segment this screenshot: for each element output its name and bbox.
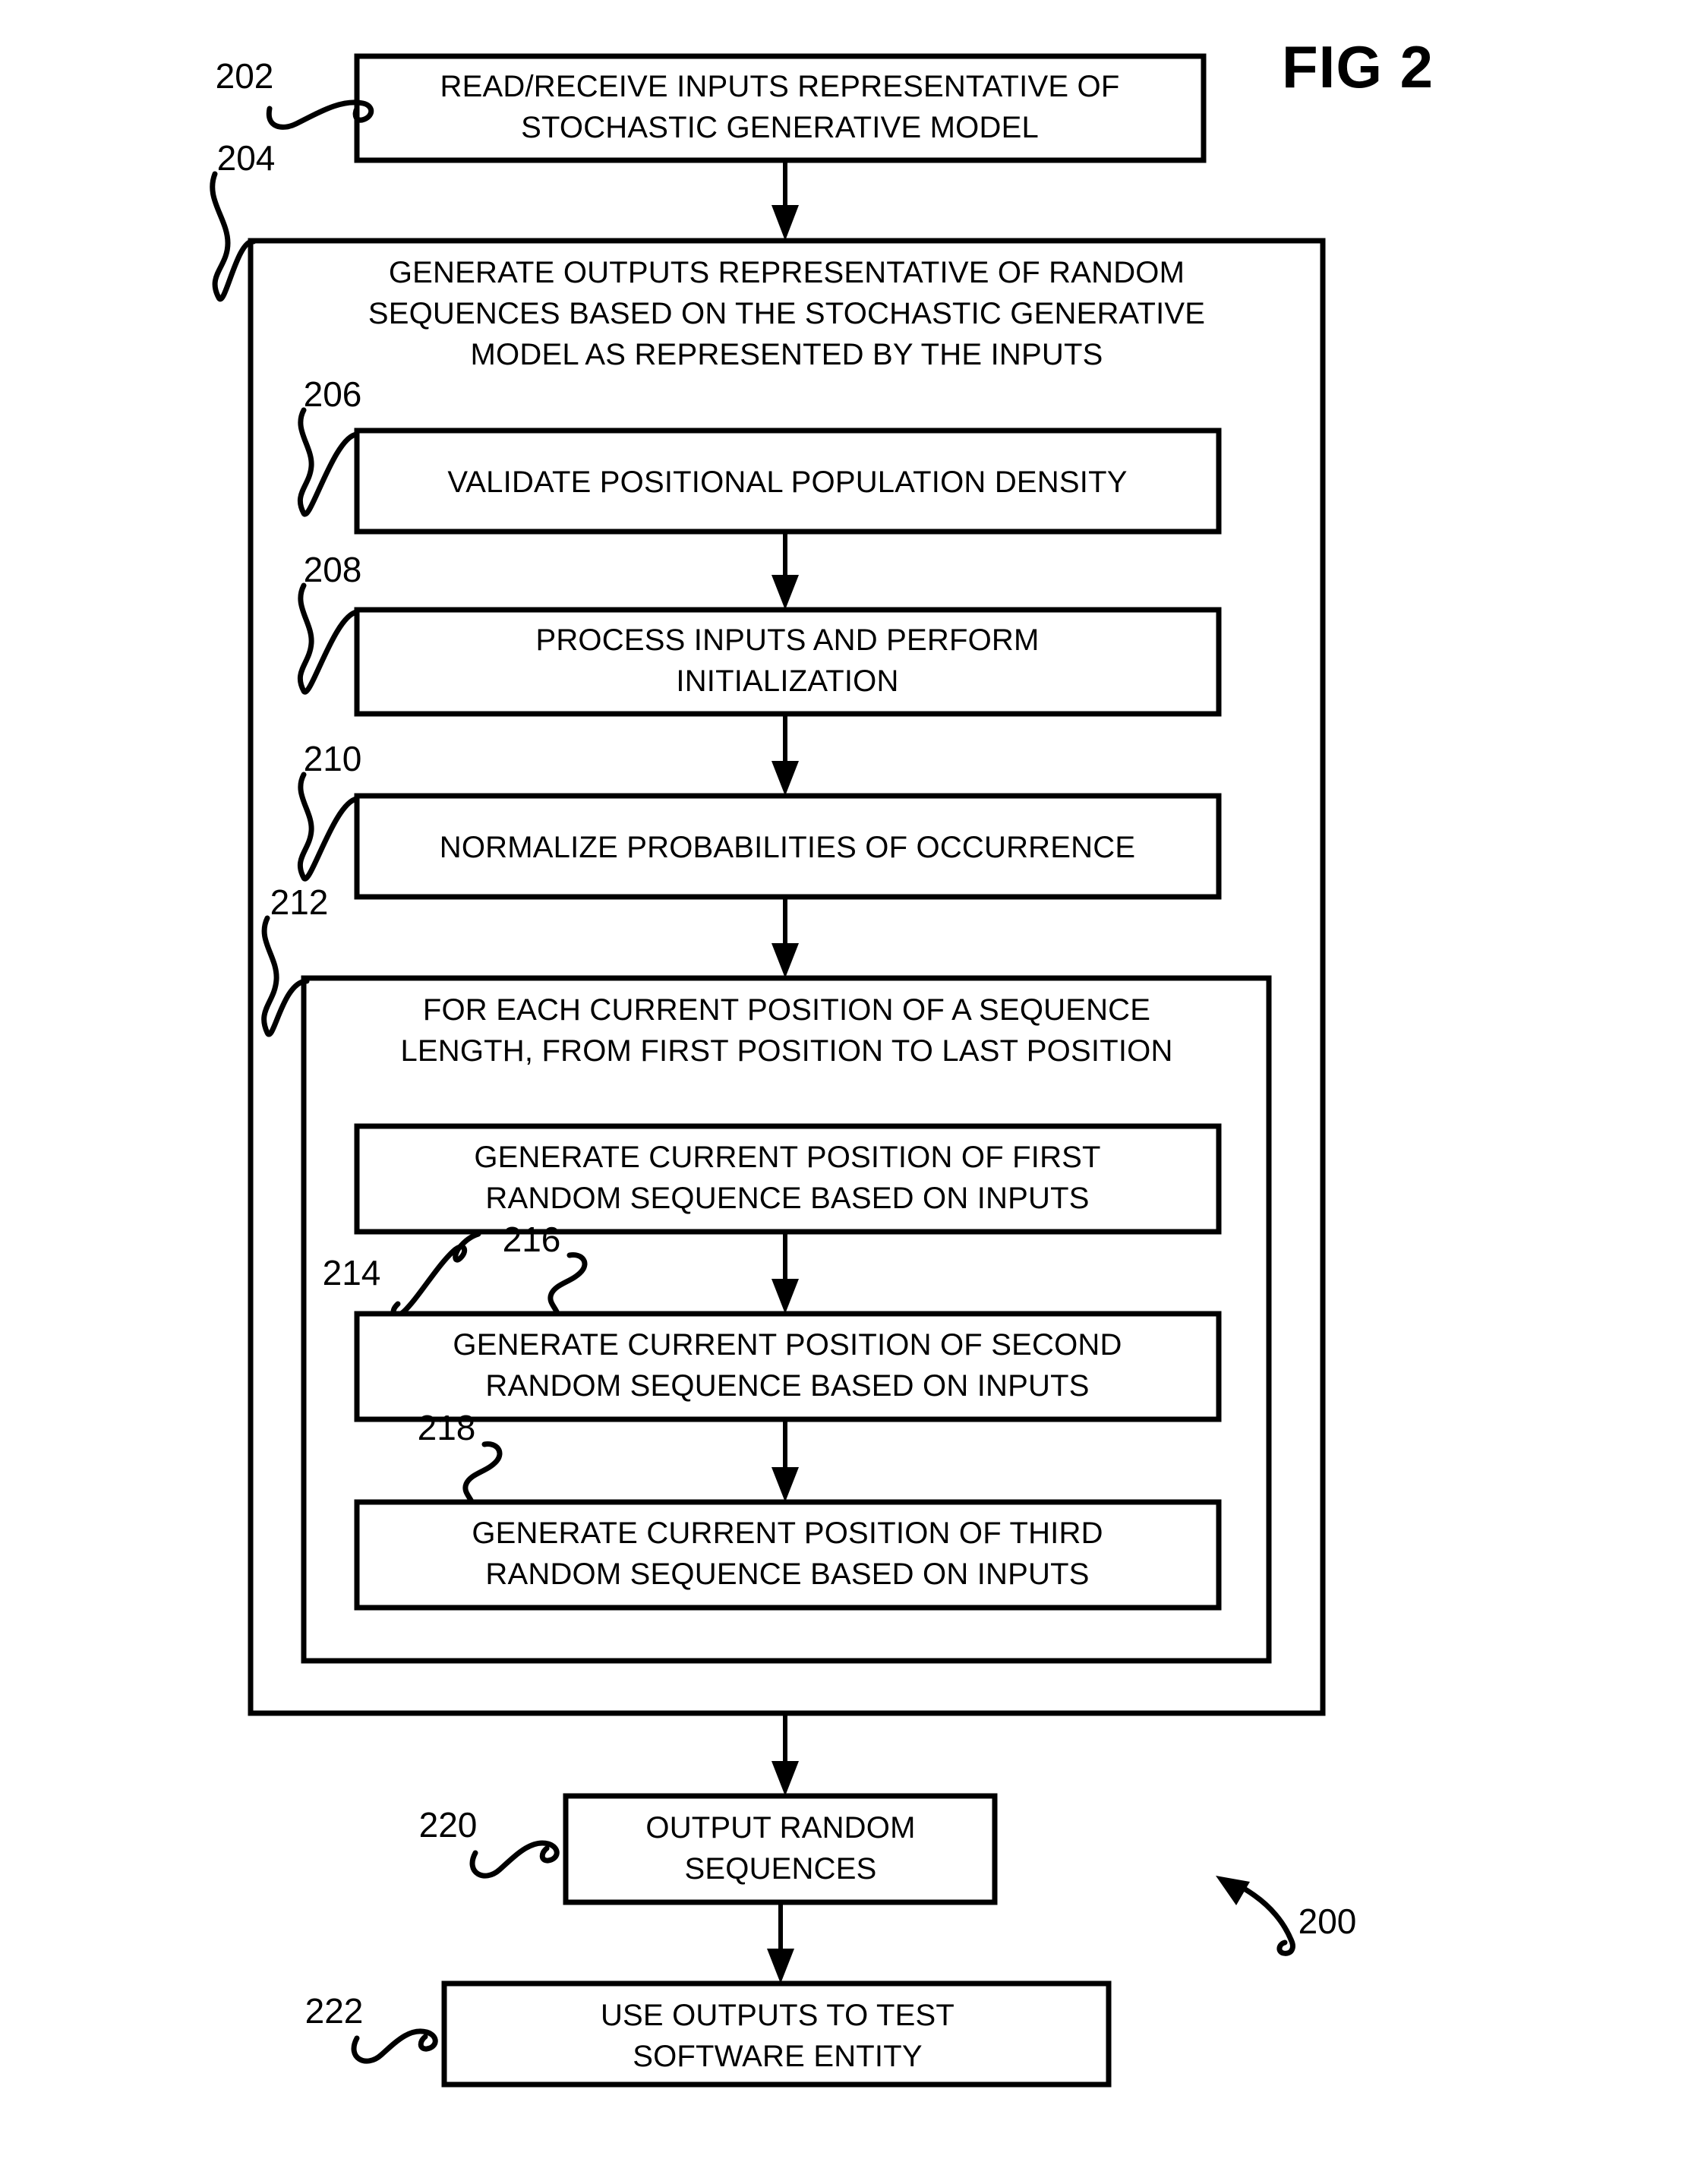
reference-number-216: 216 <box>503 1220 561 1259</box>
reference-number-212: 212 <box>270 882 329 922</box>
step-box-generate-outputs-line1: GENERATE OUTPUTS REPRESENTATIVE OF RANDO… <box>389 256 1185 289</box>
reference-number-218: 218 <box>418 1408 476 1447</box>
step-box-read-inputs[interactable]: READ/RECEIVE INPUTS REPRESENTATIVE OF ST… <box>354 53 1207 163</box>
step-box-output-sequences-line1: OUTPUT RANDOM <box>645 1811 915 1845</box>
step-box-generate-third-line2: RANDOM SEQUENCE BASED ON INPUTS <box>485 1558 1089 1591</box>
step-box-generate-outputs-line2: SEQUENCES BASED ON THE STOCHASTIC GENERA… <box>368 297 1205 330</box>
reference-number-206: 206 <box>304 374 362 414</box>
step-box-generate-third-line1: GENERATE CURRENT POSITION OF THIRD <box>472 1516 1103 1550</box>
connector-202-to-204 <box>772 160 799 241</box>
arrowhead-down-icon <box>772 1761 799 1796</box>
reference-number-202: 202 <box>216 56 274 96</box>
step-box-use-outputs-line1: USE OUTPUTS TO TEST <box>601 1999 955 2032</box>
arrowhead-down-icon <box>772 205 799 241</box>
reference-number-200: 200 <box>1298 1902 1357 1941</box>
reference-number-204: 204 <box>217 138 276 178</box>
step-box-for-each-position-line2: LENGTH, FROM FIRST POSITION TO LAST POSI… <box>400 1034 1172 1068</box>
step-box-generate-third[interactable]: GENERATE CURRENT POSITION OF THIRD RANDO… <box>354 1499 1222 1611</box>
step-box-generate-second-line1: GENERATE CURRENT POSITION OF SECOND <box>453 1328 1122 1362</box>
reference-lead-202: 202 <box>216 56 374 130</box>
figure-title: FIG 2 <box>1282 33 1434 100</box>
step-box-output-sequences-line2: SEQUENCES <box>685 1852 877 1886</box>
step-box-generate-first[interactable]: GENERATE CURRENT POSITION OF FIRST RANDO… <box>354 1123 1222 1235</box>
reference-lead-222: 222 <box>305 1991 438 2064</box>
flowchart-svg: FIG 2 READ/RECEIVE INPUTS REPRESENTATIVE… <box>210 33 1434 2088</box>
reference-number-210: 210 <box>304 739 362 778</box>
arrowhead-upleft-icon <box>1216 1876 1250 1905</box>
step-box-for-each-position-line1: FOR EACH CURRENT POSITION OF A SEQUENCE <box>423 993 1150 1027</box>
step-box-generate-first-line1: GENERATE CURRENT POSITION OF FIRST <box>474 1141 1100 1174</box>
step-box-use-outputs-line2: SOFTWARE ENTITY <box>633 2040 923 2073</box>
step-box-generate-outputs-line3: MODEL AS REPRESENTED BY THE INPUTS <box>471 338 1103 371</box>
step-box-validate-density-line1: VALIDATE POSITIONAL POPULATION DENSITY <box>447 466 1127 499</box>
step-box-validate-density[interactable]: VALIDATE POSITIONAL POPULATION DENSITY <box>354 428 1222 535</box>
step-box-generate-first-line2: RANDOM SEQUENCE BASED ON INPUTS <box>485 1182 1089 1215</box>
reference-lead-220: 220 <box>419 1805 560 1879</box>
step-box-use-outputs[interactable]: USE OUTPUTS TO TEST SOFTWARE ENTITY <box>441 1980 1112 2088</box>
patent-figure-canvas: FIG 2 READ/RECEIVE INPUTS REPRESENTATIVE… <box>0 0 1685 2184</box>
reference-number-214: 214 <box>323 1253 381 1292</box>
reference-lead-200: 200 <box>1216 1876 1357 1956</box>
step-box-normalize-probabilities-line1: NORMALIZE PROBABILITIES OF OCCURRENCE <box>440 831 1135 864</box>
step-box-generate-second-line2: RANDOM SEQUENCE BASED ON INPUTS <box>485 1369 1089 1403</box>
reference-number-220: 220 <box>419 1805 478 1845</box>
connector-204-to-220 <box>772 1713 799 1796</box>
step-box-process-inputs[interactable]: PROCESS INPUTS AND PERFORM INITIALIZATIO… <box>354 607 1222 717</box>
connector-220-to-222 <box>767 1902 794 1984</box>
reference-number-222: 222 <box>305 1991 364 2031</box>
arrowhead-down-icon <box>767 1949 794 1984</box>
step-box-process-inputs-line1: PROCESS INPUTS AND PERFORM <box>535 623 1039 657</box>
step-box-read-inputs-line2: STOCHASTIC GENERATIVE MODEL <box>521 111 1039 144</box>
step-box-process-inputs-line2: INITIALIZATION <box>676 664 898 698</box>
reference-number-208: 208 <box>304 550 362 589</box>
step-box-output-sequences[interactable]: OUTPUT RANDOM SEQUENCES <box>563 1793 998 1905</box>
step-box-normalize-probabilities[interactable]: NORMALIZE PROBABILITIES OF OCCURRENCE <box>354 793 1222 900</box>
step-box-read-inputs-line1: READ/RECEIVE INPUTS REPRESENTATIVE OF <box>440 70 1120 103</box>
step-box-generate-second[interactable]: GENERATE CURRENT POSITION OF SECOND RAND… <box>354 1311 1222 1422</box>
